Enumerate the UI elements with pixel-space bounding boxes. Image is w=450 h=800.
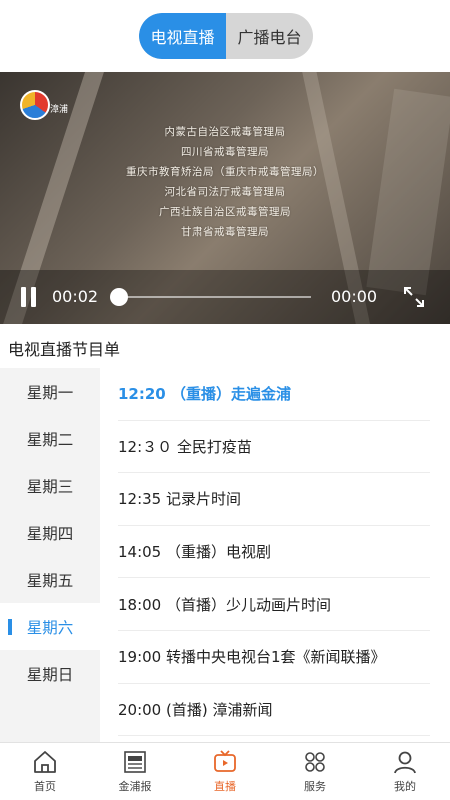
credit-line: 内蒙古自治区戒毒管理局 (164, 126, 286, 138)
nav-label: 服务 (304, 780, 326, 793)
pause-icon[interactable] (20, 287, 38, 307)
nav-live[interactable]: 直播 (180, 743, 270, 800)
video-credits: 内蒙古自治区戒毒管理局 四川省戒毒管理局 重庆市教育矫治局（重庆市戒毒管理局） … (0, 122, 450, 242)
nav-profile[interactable]: 我的 (360, 743, 450, 800)
program-item[interactable]: 18:00 （首播）少儿动画片时间 (118, 578, 430, 631)
top-bar: 电视直播 广播电台 (0, 0, 450, 72)
video-player[interactable]: 漳浦 内蒙古自治区戒毒管理局 四川省戒毒管理局 重庆市教育矫治局（重庆市戒毒管理… (0, 72, 450, 324)
tab-radio[interactable]: 广播电台 (226, 13, 313, 59)
program-item[interactable]: 12:３０ 全民打疫苗 (118, 421, 430, 474)
day-friday[interactable]: 星期五 (0, 556, 100, 603)
day-list: 星期一 星期二 星期三 星期四 星期五 星期六 星期日 (0, 368, 100, 742)
nav-label: 金浦报 (118, 780, 152, 793)
credit-line: 重庆市教育矫治局（重庆市戒毒管理局） (126, 166, 324, 178)
nav-label: 首页 (34, 780, 56, 793)
schedule-title: 电视直播节目单 (8, 340, 121, 359)
program-list: 12:20 （重播）走遍金浦 12:３０ 全民打疫苗 12:35 记录片时间 1… (100, 368, 450, 742)
nav-newspaper[interactable]: 金浦报 (90, 743, 180, 800)
bottom-nav: 首页 金浦报 直播 服务 我的 (0, 742, 450, 800)
progress-track[interactable] (119, 296, 311, 298)
current-time: 00:02 (52, 287, 99, 306)
progress-knob[interactable] (110, 288, 128, 306)
duration: 00:00 (331, 287, 378, 306)
channel-logo-text: 漳浦 (50, 105, 69, 115)
day-saturday[interactable]: 星期六 (0, 603, 100, 650)
player-controls: 00:02 00:00 (0, 270, 450, 324)
nav-home[interactable]: 首页 (0, 743, 90, 800)
credit-line: 广西壮族自治区戒毒管理局 (159, 206, 291, 218)
credit-line: 甘肃省戒毒管理局 (181, 226, 269, 238)
day-monday[interactable]: 星期一 (0, 368, 100, 415)
credit-line: 四川省戒毒管理局 (181, 146, 269, 158)
source-switch: 电视直播 广播电台 (139, 13, 313, 59)
home-icon (34, 751, 56, 773)
nav-label: 直播 (214, 780, 236, 793)
tv-icon (214, 750, 236, 772)
program-item[interactable]: 12:20 （重播）走遍金浦 (118, 368, 430, 421)
program-item[interactable]: 20:00 (首播) 漳浦新闻 (118, 684, 430, 737)
user-icon (394, 751, 416, 774)
day-sunday[interactable]: 星期日 (0, 650, 100, 697)
day-tuesday[interactable]: 星期二 (0, 415, 100, 462)
day-thursday[interactable]: 星期四 (0, 509, 100, 556)
program-item[interactable]: 19:00 转播中央电视台1套《新闻联播》 (118, 631, 430, 684)
program-item[interactable]: 14:05 （重播）电视剧 (118, 526, 430, 579)
nav-label: 我的 (394, 780, 416, 793)
newspaper-icon (124, 751, 146, 773)
day-wednesday[interactable]: 星期三 (0, 462, 100, 509)
credit-line: 河北省司法厅戒毒管理局 (164, 186, 286, 198)
channel-logo-icon (20, 90, 50, 120)
tab-tv-live[interactable]: 电视直播 (139, 13, 226, 59)
grid-icon (305, 752, 325, 772)
nav-services[interactable]: 服务 (270, 743, 360, 800)
fullscreen-icon[interactable] (402, 285, 426, 309)
program-item[interactable]: 12:35 记录片时间 (118, 473, 430, 526)
